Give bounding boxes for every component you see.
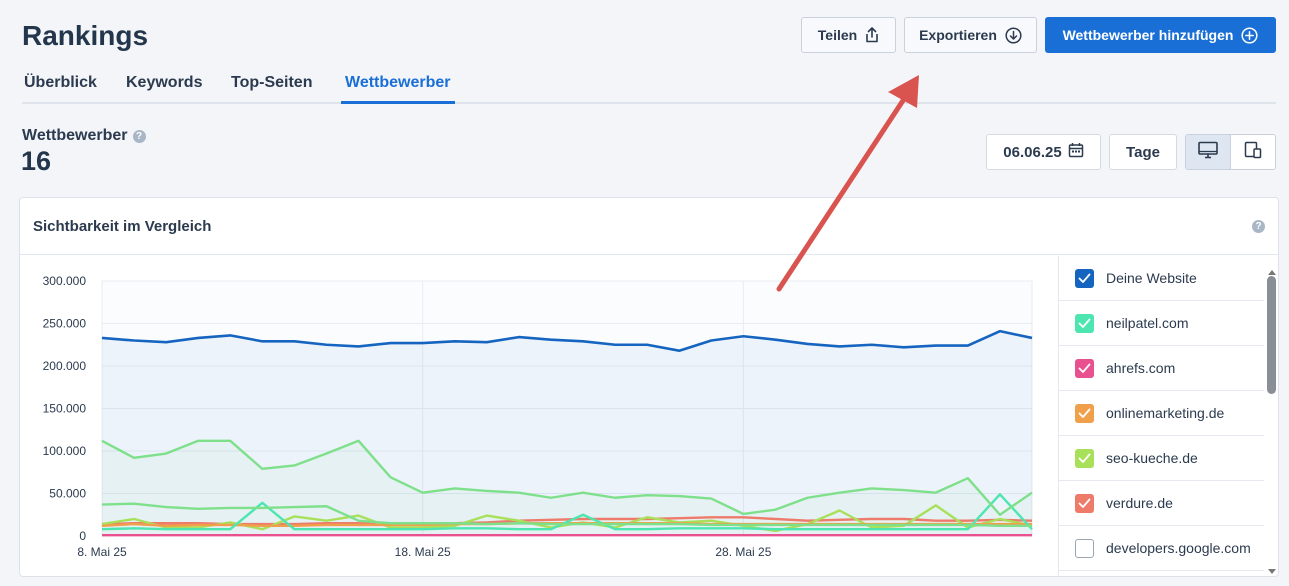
mobile-toggle-button[interactable]	[1231, 135, 1275, 169]
chart-svg: 0 50.000 100.000 150.000 200.000 250.000 300.0…	[43, 274, 1033, 559]
device-toggle	[1185, 134, 1276, 170]
tab-keywords[interactable]: Keywords	[126, 74, 202, 104]
page-title: Rankings	[22, 20, 149, 51]
y-tick-label: 0	[79, 529, 86, 543]
legend-item[interactable]: seo-kueche.de	[1059, 436, 1264, 481]
card-help-icon[interactable]: ?	[1252, 220, 1265, 233]
competitors-count: 16	[21, 146, 52, 176]
checked-checkbox[interactable]	[1075, 313, 1094, 333]
chart-legend: Deine Website neilpatel.com ahrefs.com onli…	[1058, 256, 1278, 576]
y-tick-label: 50.000	[49, 487, 86, 501]
x-tick-label: 18. Mai 25	[395, 545, 451, 559]
checked-checkbox[interactable]	[1075, 448, 1094, 468]
export-button[interactable]: Exportieren	[904, 17, 1037, 53]
tab-top-pages[interactable]: Top-Seiten	[231, 74, 312, 104]
checked-checkbox[interactable]	[1075, 403, 1094, 423]
legend-item[interactable]: developers.google.com	[1059, 526, 1264, 571]
add-competitor-button[interactable]: Wettbewerber hinzufügen	[1045, 17, 1276, 53]
y-tick-label: 100.000	[43, 444, 87, 458]
card-header: Sichtbarkeit im Vergleich ?	[20, 198, 1278, 255]
check-icon	[1078, 318, 1091, 328]
y-tick-label: 150.000	[43, 402, 87, 416]
card-title: Sichtbarkeit im Vergleich	[33, 218, 212, 235]
add-competitor-label: Wettbewerber hinzufügen	[1062, 27, 1234, 43]
y-tick-label: 200.000	[43, 359, 87, 373]
x-tick-label: 28. Mai 25	[715, 545, 771, 559]
y-tick-label: 250.000	[43, 317, 87, 331]
legend-label: ahrefs.com	[1106, 360, 1176, 376]
competitors-summary-label: Wettbewerber ?	[22, 127, 146, 145]
tab-competitors[interactable]: Wettbewerber	[341, 74, 455, 104]
legend-label: verdure.de	[1106, 495, 1173, 511]
legend-label: neilpatel.com	[1106, 315, 1189, 331]
competitors-label-text: Wettbewerber	[22, 127, 128, 144]
check-icon	[1078, 363, 1091, 373]
legend-item[interactable]: onlinemarketing.de	[1059, 391, 1264, 436]
date-value: 06.06.25	[1003, 143, 1062, 161]
download-circle-icon	[1005, 26, 1022, 44]
date-picker-button[interactable]: 06.06.25	[986, 134, 1101, 170]
legend-item[interactable]: verdure.de	[1059, 481, 1264, 526]
desktop-toggle-button[interactable]	[1186, 135, 1231, 169]
interval-button[interactable]: Tage	[1109, 134, 1177, 170]
share-button-label: Teilen	[817, 27, 858, 43]
legend-label: Deine Website	[1106, 270, 1197, 286]
legend-label: developers.google.com	[1106, 540, 1251, 556]
share-icon	[865, 27, 879, 43]
checked-checkbox[interactable]	[1075, 358, 1094, 378]
check-icon	[1078, 453, 1091, 463]
checked-checkbox[interactable]	[1075, 268, 1094, 288]
legend-label: seo-kueche.de	[1106, 450, 1198, 466]
checked-checkbox[interactable]	[1075, 493, 1094, 513]
mobile-tablet-icon	[1244, 141, 1262, 164]
unchecked-checkbox[interactable]	[1075, 538, 1094, 558]
scroll-thumb[interactable]	[1267, 276, 1276, 394]
check-icon	[1078, 273, 1091, 283]
visibility-line-chart: 0 50.000 100.000 150.000 200.000 250.000 300.0…	[20, 256, 1057, 576]
tab-overview[interactable]: Überblick	[24, 74, 97, 104]
legend-scrollbar[interactable]	[1267, 270, 1276, 574]
calendar-icon	[1068, 142, 1084, 162]
legend-item[interactable]: Deine Website	[1059, 256, 1264, 301]
legend-item[interactable]: ahrefs.com	[1059, 346, 1264, 391]
scroll-up-arrow[interactable]	[1268, 270, 1276, 275]
y-tick-label: 300.000	[43, 274, 87, 288]
legend-label: onlinemarketing.de	[1106, 405, 1225, 421]
help-icon[interactable]: ?	[132, 129, 146, 143]
desktop-icon	[1198, 141, 1218, 164]
check-icon	[1078, 408, 1091, 418]
x-tick-label: 8. Mai 25	[77, 545, 127, 559]
export-button-label: Exportieren	[919, 27, 997, 43]
scroll-down-arrow[interactable]	[1268, 569, 1276, 574]
tab-bar: Überblick Keywords Top-Seiten Wettbewerb…	[22, 70, 1276, 104]
plus-circle-icon	[1241, 26, 1258, 44]
legend-item[interactable]: neilpatel.com	[1059, 301, 1264, 346]
visibility-comparison-card: Sichtbarkeit im Vergleich ? 0 50.000 100.0…	[19, 197, 1279, 577]
share-button[interactable]: Teilen	[801, 17, 896, 53]
series-area	[102, 331, 1032, 536]
check-icon	[1078, 498, 1091, 508]
